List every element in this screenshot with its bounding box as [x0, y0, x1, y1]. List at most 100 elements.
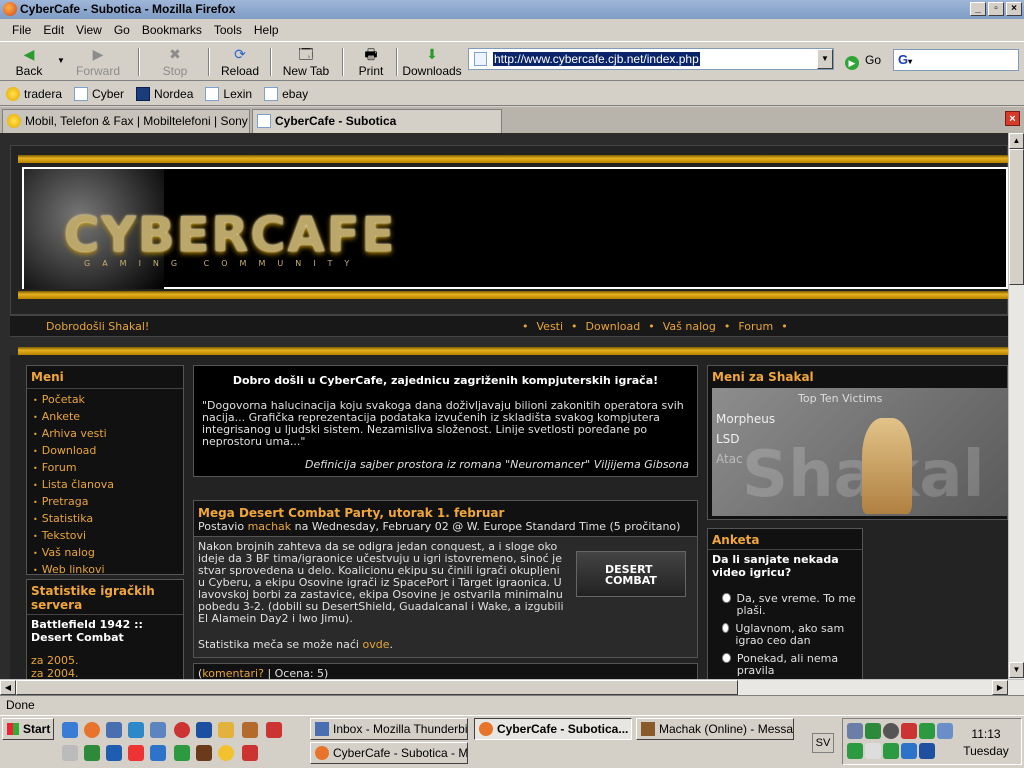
- media-icon[interactable]: [150, 722, 166, 738]
- horizontal-scrollbar[interactable]: ◀ ▶: [0, 679, 1024, 695]
- menu-item-pocetak[interactable]: • Početak: [33, 392, 114, 409]
- news-title[interactable]: Mega Desert Combat Party, utorak 1. febr…: [198, 506, 504, 520]
- hscroll-thumb[interactable]: [16, 680, 738, 695]
- app-icon[interactable]: [242, 722, 258, 738]
- tab-cybercafe[interactable]: CyberCafe - Subotica: [252, 109, 502, 133]
- menu-item-lista[interactable]: • Lista članova: [33, 477, 114, 494]
- app-icon[interactable]: [174, 745, 190, 761]
- firefox-icon[interactable]: [84, 722, 100, 738]
- close-tab-icon[interactable]: ×: [1005, 111, 1020, 126]
- menu-go[interactable]: Go: [108, 23, 136, 37]
- forward-button[interactable]: ▶ Forward: [74, 44, 122, 80]
- tray-icon[interactable]: [865, 723, 881, 739]
- maximize-button[interactable]: ▫: [988, 2, 1004, 16]
- app-icon[interactable]: [128, 745, 144, 761]
- mail-icon[interactable]: [937, 723, 953, 739]
- bookmark-nordea[interactable]: Nordea: [136, 86, 193, 101]
- tray-icon[interactable]: [919, 743, 935, 759]
- print-button[interactable]: 🖶 Print: [352, 44, 390, 80]
- menu-item-ankete[interactable]: • Ankete: [33, 409, 114, 426]
- clock[interactable]: 11:13 Tuesday: [958, 726, 1014, 760]
- menu-item-web-linkovi[interactable]: • Web linkovi: [33, 562, 114, 579]
- app-icon[interactable]: [196, 745, 212, 761]
- url-input[interactable]: http://www.cybercafe.cjb.net/index.php: [468, 48, 834, 70]
- menu-file[interactable]: File: [6, 23, 37, 37]
- minimize-button[interactable]: _: [970, 2, 986, 16]
- radio-button[interactable]: [722, 593, 731, 603]
- tray-icon[interactable]: [847, 723, 863, 739]
- app-icon[interactable]: [266, 722, 282, 738]
- task-thunderbird[interactable]: Inbox - Mozilla Thunderbird: [310, 718, 468, 740]
- tray-icon[interactable]: [901, 743, 917, 759]
- tray-icon[interactable]: [901, 723, 917, 739]
- menu-tools[interactable]: Tools: [208, 23, 248, 37]
- task-messenger[interactable]: Machak (Online) - Messa...: [636, 718, 794, 740]
- poll-option[interactable]: Da, sve vreme. To me plaši.: [722, 593, 860, 617]
- poll-option[interactable]: Uglavnom, ako sam igrao ceo dan: [722, 623, 860, 647]
- ie-icon[interactable]: [62, 722, 78, 738]
- menu-item-vas-nalog[interactable]: • Vaš nalog: [33, 545, 114, 562]
- scroll-thumb[interactable]: [1009, 149, 1024, 285]
- close-button[interactable]: ×: [1006, 2, 1022, 16]
- vertical-scrollbar[interactable]: ▲ ▼: [1008, 133, 1024, 679]
- new-tab-button[interactable]: 🗔 New Tab: [280, 44, 332, 80]
- app-icon[interactable]: [62, 745, 78, 761]
- bookmark-cyber[interactable]: Cyber: [74, 86, 124, 101]
- tab-sony[interactable]: Mobil, Telefon & Fax | Mobiltelefoni | S…: [2, 109, 250, 133]
- stats-2004-link[interactable]: za 2004.: [31, 667, 79, 679]
- nav-download[interactable]: Download: [586, 320, 641, 333]
- reload-button[interactable]: ⟳ Reload: [218, 44, 262, 80]
- scroll-right-icon[interactable]: ▶: [992, 680, 1008, 695]
- save-icon[interactable]: [196, 722, 212, 738]
- menu-bookmarks[interactable]: Bookmarks: [136, 23, 208, 37]
- menu-item-statistika[interactable]: • Statistika: [33, 511, 114, 528]
- tray-icon[interactable]: [919, 723, 935, 739]
- menu-item-pretraga[interactable]: • Pretraga: [33, 494, 114, 511]
- tray-icon[interactable]: [847, 743, 863, 759]
- nav-vas-nalog[interactable]: Vaš nalog: [663, 320, 716, 333]
- task-cybercafe[interactable]: CyberCafe - Subotica - Mi...: [310, 742, 468, 764]
- scroll-left-icon[interactable]: ◀: [0, 680, 16, 695]
- bookmark-lexin[interactable]: Lexin: [205, 86, 252, 101]
- thunderbird-icon[interactable]: [106, 722, 122, 738]
- app-icon[interactable]: [218, 745, 234, 761]
- tray-icon[interactable]: [883, 743, 899, 759]
- language-indicator[interactable]: SV: [812, 733, 834, 753]
- menu-edit[interactable]: Edit: [37, 23, 70, 37]
- menu-item-download[interactable]: • Download: [33, 443, 114, 460]
- start-button[interactable]: Start: [2, 718, 54, 740]
- app-icon[interactable]: [174, 722, 190, 738]
- scroll-down-icon[interactable]: ▼: [1009, 662, 1024, 678]
- stats-2005-link[interactable]: za 2005.: [31, 654, 79, 667]
- comments-link[interactable]: komentari?: [202, 667, 264, 679]
- app-icon[interactable]: [242, 745, 258, 761]
- app-icon[interactable]: [150, 745, 166, 761]
- stats-link[interactable]: ovde: [362, 638, 389, 651]
- menu-item-arhiva[interactable]: • Arhiva vesti: [33, 426, 114, 443]
- task-cybercafe-active[interactable]: CyberCafe - Subotica...: [474, 718, 632, 740]
- search-input[interactable]: G▾: [893, 49, 1019, 71]
- scroll-up-icon[interactable]: ▲: [1009, 133, 1024, 149]
- downloads-button[interactable]: ⬇ Downloads: [402, 44, 462, 80]
- menu-view[interactable]: View: [70, 23, 108, 37]
- go-button[interactable]: ▶ Go: [845, 50, 881, 70]
- radio-button[interactable]: [722, 653, 731, 663]
- back-button[interactable]: ◀ Back: [8, 44, 50, 80]
- radio-button[interactable]: [722, 623, 730, 633]
- app-icon[interactable]: [106, 745, 122, 761]
- nav-forum[interactable]: Forum: [738, 320, 773, 333]
- poll-option[interactable]: Ponekad, ali nema pravila: [722, 653, 860, 677]
- messenger-icon[interactable]: [128, 722, 144, 738]
- app-icon[interactable]: [84, 745, 100, 761]
- nav-vesti[interactable]: Vesti: [537, 320, 564, 333]
- menu-help[interactable]: Help: [248, 23, 285, 37]
- tray-icon[interactable]: [883, 723, 899, 739]
- tray-icon[interactable]: [865, 743, 881, 759]
- url-dropdown-icon[interactable]: ▼: [817, 49, 833, 69]
- bookmark-tradera[interactable]: tradera: [6, 86, 62, 101]
- bookmark-ebay[interactable]: ebay: [264, 86, 308, 101]
- app-icon[interactable]: [218, 722, 234, 738]
- author-link[interactable]: machak: [248, 520, 292, 533]
- menu-item-forum[interactable]: • Forum: [33, 460, 114, 477]
- stop-button[interactable]: ✖ Stop: [152, 44, 198, 80]
